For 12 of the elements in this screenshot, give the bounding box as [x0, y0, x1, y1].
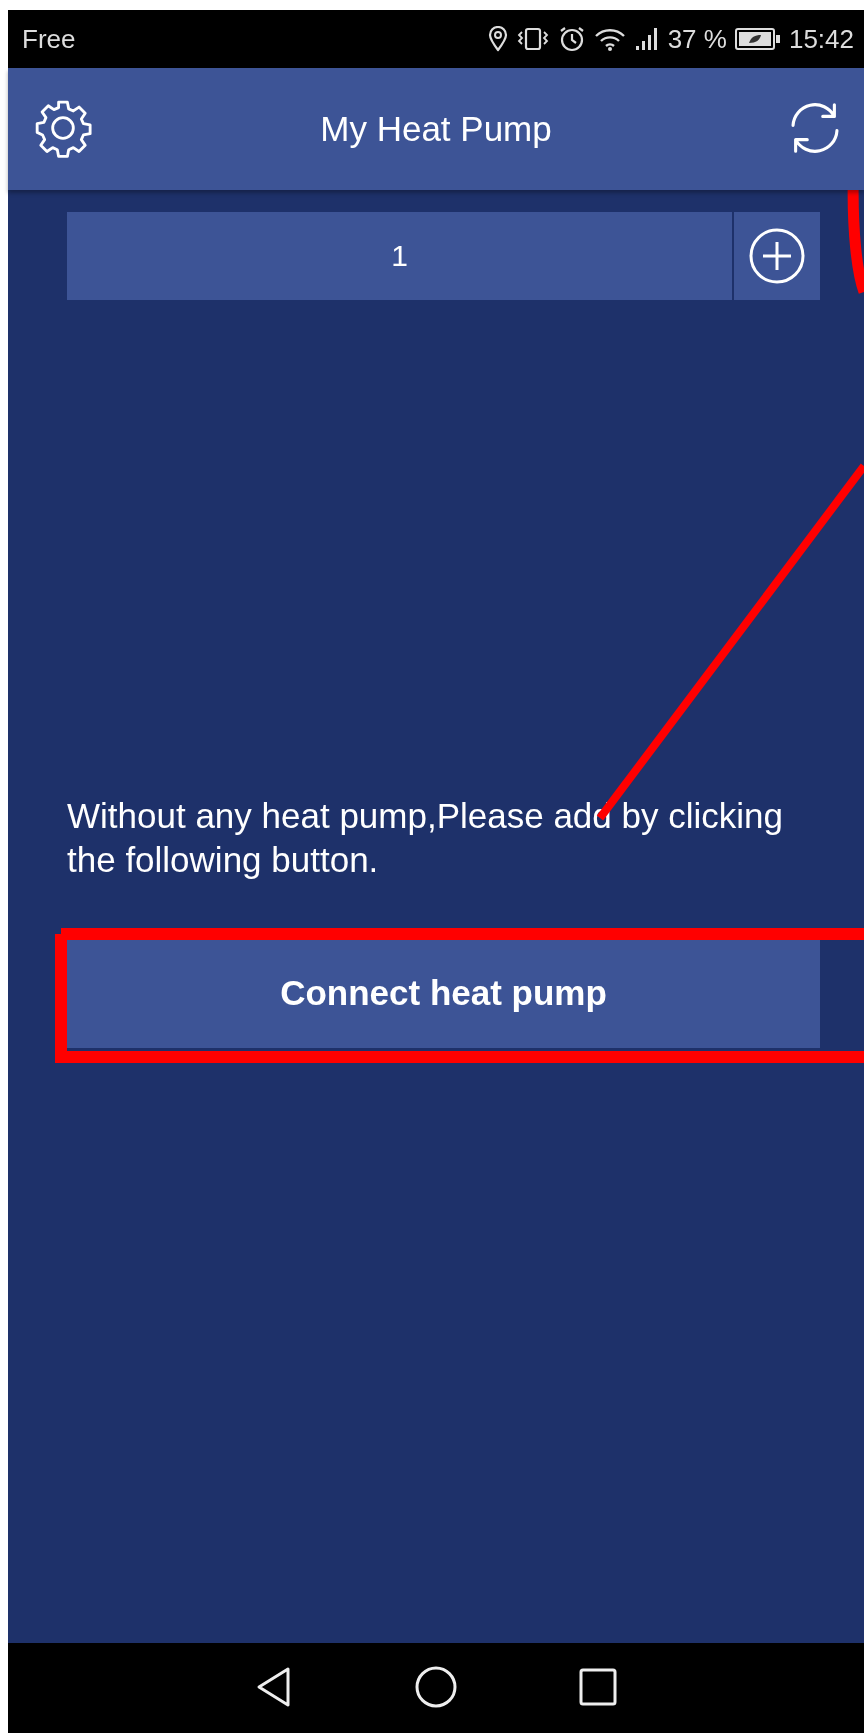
add-button[interactable] — [734, 212, 820, 300]
battery-percent: 37 % — [667, 23, 727, 55]
carrier-name: Free — [22, 23, 76, 55]
app-title: My Heat Pump — [320, 109, 552, 148]
signal-icon — [633, 26, 660, 52]
location-icon — [487, 26, 508, 52]
connect-button[interactable]: Connect heat pump — [67, 937, 820, 1048]
battery-icon — [734, 27, 781, 51]
wifi-icon — [593, 26, 626, 52]
pump-tab[interactable]: 1 — [67, 212, 732, 300]
vibrate-icon — [515, 26, 550, 52]
clock-time: 15:42 — [788, 23, 854, 55]
